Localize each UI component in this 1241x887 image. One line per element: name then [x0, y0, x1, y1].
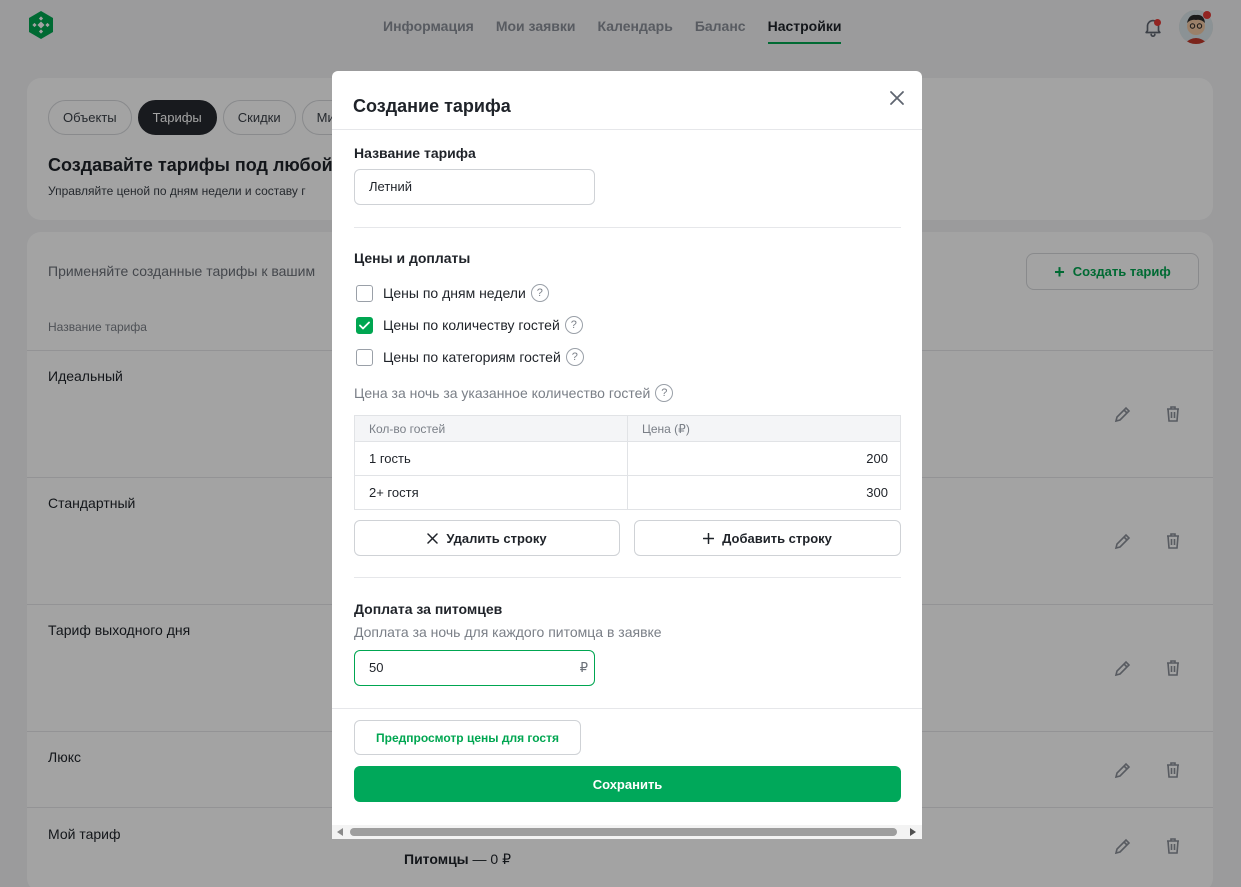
tariff-name-input[interactable]: Летний: [354, 169, 595, 205]
header-divider: [332, 129, 922, 130]
pets-hint: Доплата за ночь для каждого питомца в за…: [354, 624, 662, 640]
guest-count-prices-label: Цены по количеству гостей: [383, 317, 560, 333]
column-guests: Кол-во гостей: [354, 415, 628, 442]
delete-row-button[interactable]: Удалить строку: [354, 520, 620, 556]
scroll-right-icon[interactable]: [910, 828, 916, 836]
plus-icon: [703, 532, 715, 544]
option-weekday-prices[interactable]: Цены по дням недели ?: [356, 283, 549, 303]
currency-suffix: ₽: [579, 660, 588, 675]
tariff-name-label: Название тарифа: [354, 145, 476, 161]
delete-row-label: Удалить строку: [446, 530, 547, 546]
guests-cell[interactable]: 1 гость: [354, 441, 628, 476]
table-row: 1 гость 200: [354, 441, 901, 476]
section-divider: [354, 227, 901, 228]
checkmark-icon: [359, 321, 370, 329]
x-icon: [427, 532, 439, 544]
help-icon[interactable]: ?: [530, 284, 549, 302]
price-hint-text: Цена за ночь за указанное количество гос…: [354, 385, 651, 401]
pets-surcharge-value: 50: [369, 660, 384, 675]
table-header-row: Кол-во гостей Цена (₽): [354, 415, 901, 442]
price-cell[interactable]: 200: [627, 441, 901, 476]
section-divider: [354, 577, 901, 578]
option-guest-count-prices[interactable]: Цены по количеству гостей ?: [356, 315, 583, 335]
help-icon[interactable]: ?: [655, 384, 674, 402]
guest-count-prices-checkbox[interactable]: [356, 316, 373, 334]
save-button[interactable]: Сохранить: [354, 766, 901, 802]
help-icon[interactable]: ?: [565, 348, 584, 366]
price-per-night-hint: Цена за ночь за указанное количество гос…: [354, 384, 674, 402]
prices-section-title: Цены и доплаты: [354, 250, 471, 266]
pets-section-title: Доплата за питомцев: [354, 601, 503, 617]
guest-price-table: Кол-во гостей Цена (₽) 1 гость 200 2+ го…: [354, 415, 901, 510]
weekday-prices-checkbox[interactable]: [356, 284, 373, 302]
help-icon[interactable]: ?: [564, 316, 583, 334]
dialog-title: Создание тарифа: [353, 96, 511, 116]
guest-category-prices-checkbox[interactable]: [356, 348, 373, 366]
pets-surcharge-input[interactable]: 50 ₽: [354, 650, 595, 686]
weekday-prices-label: Цены по дням недели: [383, 285, 526, 301]
guests-cell[interactable]: 2+ гостя: [354, 475, 628, 510]
scrollbar-thumb[interactable]: [350, 828, 897, 836]
close-icon[interactable]: [886, 87, 908, 109]
table-row: 2+ гостя 300: [354, 475, 901, 510]
add-row-button[interactable]: Добавить строку: [634, 520, 901, 556]
footer-divider: [332, 708, 922, 709]
scroll-left-icon[interactable]: [337, 828, 343, 836]
create-tariff-dialog: Создание тарифа Название тарифа Летний Ц…: [332, 71, 922, 839]
guest-category-prices-label: Цены по категориям гостей: [383, 349, 561, 365]
option-guest-category-prices[interactable]: Цены по категориям гостей ?: [356, 347, 584, 367]
column-price: Цена (₽): [627, 415, 901, 442]
price-cell[interactable]: 300: [627, 475, 901, 510]
add-row-label: Добавить строку: [722, 530, 832, 546]
horizontal-scrollbar[interactable]: [332, 825, 922, 839]
preview-price-button[interactable]: Предпросмотр цены для гостя: [354, 720, 581, 755]
